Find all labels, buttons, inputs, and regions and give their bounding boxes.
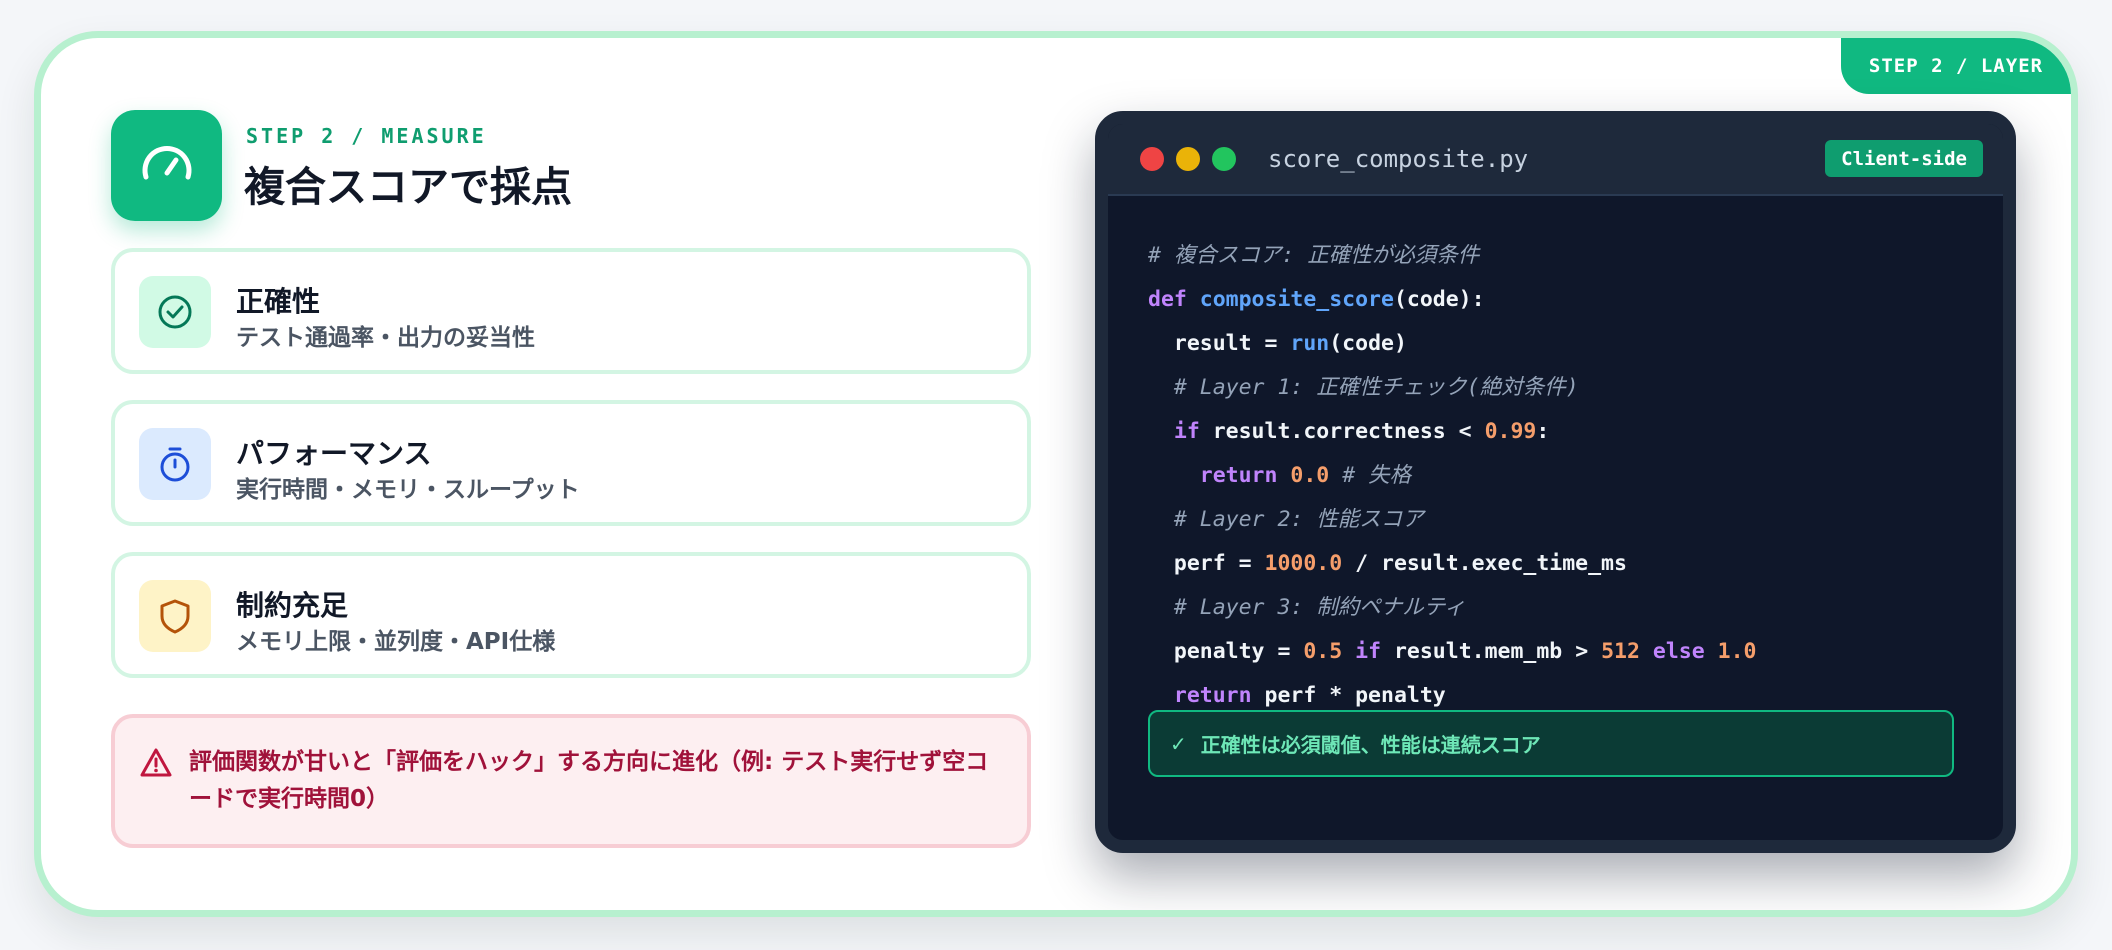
gauge-icon — [111, 110, 222, 221]
code-token: # Layer 2: 性能スコア — [1148, 507, 1424, 532]
code-filename: score_composite.py — [1268, 145, 1529, 173]
warning-triangle-icon — [139, 746, 173, 784]
code-line: return 0.0 # 失格 — [1148, 454, 1973, 498]
code-line: penalty = 0.5 if result.mem_mb > 512 els… — [1148, 630, 1973, 674]
code-line: if result.correctness < 0.99: — [1148, 410, 1973, 454]
step-tag: STEP 2 / LAYER — [1841, 38, 2071, 94]
code-token: result = — [1148, 331, 1291, 356]
page-title: 複合スコアで採点 — [244, 163, 572, 211]
code-note: ✓ 正確性は必須閾値、性能は連続スコア — [1148, 710, 1954, 777]
stopwatch-icon — [139, 428, 211, 500]
criterion-title: 制約充足 — [236, 589, 349, 622]
maximize-dot[interactable] — [1212, 147, 1236, 171]
code-token: penalty = — [1148, 639, 1304, 664]
warning-text: 評価関数が甘いと「評価をハック」する方向に進化（例: テスト実行せず空コードで実… — [189, 749, 989, 812]
code-token: # Layer 1: 正確性チェック(絶対条件) — [1148, 375, 1579, 400]
client-side-badge: Client-side — [1825, 140, 1983, 177]
minimize-dot[interactable] — [1176, 147, 1200, 171]
code-line: # Layer 1: 正確性チェック(絶対条件) — [1148, 366, 1973, 410]
shield-icon — [139, 580, 211, 652]
code-token: def — [1148, 287, 1200, 312]
code-token: # 複合スコア: 正確性が必須条件 — [1148, 243, 1480, 268]
code-token: (code): — [1393, 287, 1485, 312]
code-line: perf = 1000.0 / result.exec_time_ms — [1148, 542, 1973, 586]
checkmark-icon: ✓ — [1170, 731, 1187, 756]
criterion-card-constraints: 制約充足 メモリ上限・並列度・API仕様 — [111, 552, 1031, 678]
code-line: result = run(code) — [1148, 322, 1973, 366]
criterion-card-performance: パフォーマンス 実行時間・メモリ・スループット — [111, 400, 1031, 526]
code-token: perf = — [1148, 551, 1265, 576]
code-token: 0.99 — [1484, 419, 1537, 444]
close-dot[interactable] — [1140, 147, 1164, 171]
code-note-text: 正確性は必須閾値、性能は連続スコア — [1200, 733, 1541, 757]
code-token: return — [1199, 463, 1278, 488]
code-token: return — [1173, 683, 1252, 708]
slide-card: STEP 2 / LAYER STEP 2 / MEASURE 複合スコアで採点… — [34, 31, 2078, 917]
code-token: result.correctness < — [1199, 419, 1485, 444]
code-token: composite_score — [1199, 287, 1394, 312]
criterion-card-correctness: 正確性 テスト通過率・出力の妥当性 — [111, 248, 1031, 374]
criterion-subtitle: 実行時間・メモリ・スループット — [236, 477, 580, 503]
code-token: 0.0 — [1290, 463, 1330, 488]
code-token: 1000.0 — [1264, 551, 1343, 576]
criterion-title: パフォーマンス — [236, 437, 432, 470]
code-token: perf * penalty — [1251, 683, 1446, 708]
code-token: / result.exec_time_ms — [1342, 551, 1627, 576]
code-token: # 失格 — [1329, 463, 1412, 488]
code-token: result.mem_mb > — [1381, 639, 1602, 664]
check-circle-icon — [139, 276, 211, 348]
code-token: 0.5 — [1303, 639, 1343, 664]
code-line: # 複合スコア: 正確性が必須条件 — [1148, 234, 1973, 278]
criterion-subtitle: テスト通過率・出力の妥当性 — [236, 325, 535, 351]
code-token: if — [1173, 419, 1200, 444]
criterion-title: 正確性 — [236, 285, 321, 318]
code-window: score_composite.py Client-side # 複合スコア: … — [1095, 111, 2016, 853]
code-token: (code) — [1329, 331, 1407, 356]
warning-callout: 評価関数が甘いと「評価をハック」する方向に進化（例: テスト実行せず空コードで実… — [111, 714, 1031, 848]
code-body: # 複合スコア: 正確性が必須条件 def composite_score(cod… — [1148, 234, 1973, 718]
code-token: 1.0 — [1717, 639, 1757, 664]
code-titlebar: score_composite.py Client-side — [1108, 124, 2003, 196]
code-token: if — [1355, 639, 1382, 664]
code-token: : — [1536, 419, 1550, 444]
code-line: # Layer 3: 制約ペナルティ — [1148, 586, 1973, 630]
code-line: # Layer 2: 性能スコア — [1148, 498, 1973, 542]
code-token: 512 — [1601, 639, 1640, 664]
code-line: def composite_score(code): — [1148, 278, 1973, 322]
code-token: run — [1290, 331, 1330, 356]
criterion-subtitle: メモリ上限・並列度・API仕様 — [236, 629, 556, 655]
code-token: # Layer 3: 制約ペナルティ — [1148, 595, 1466, 620]
code-token: else — [1652, 639, 1705, 664]
step-label: STEP 2 / MEASURE — [246, 124, 487, 148]
